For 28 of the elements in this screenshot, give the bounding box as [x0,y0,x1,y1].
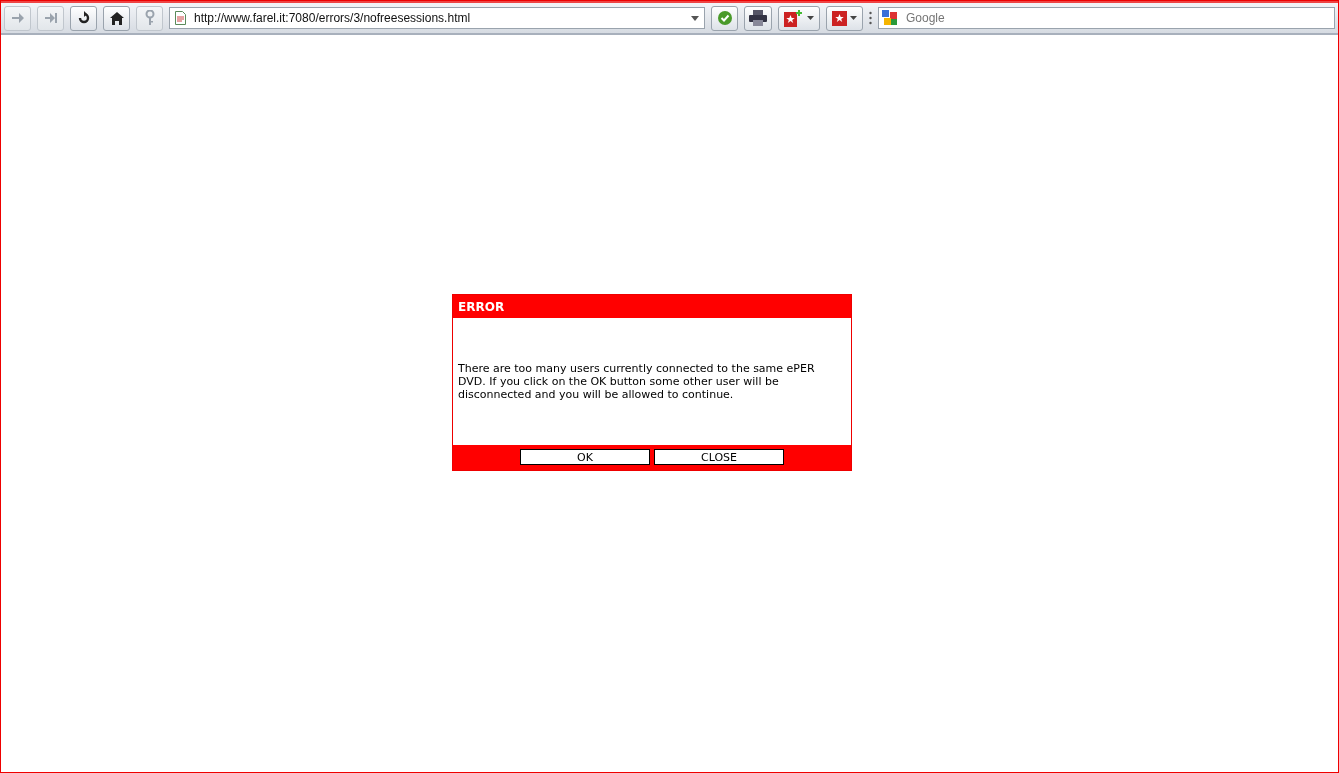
forward-arrow-icon [10,12,25,24]
print-button[interactable] [744,5,772,31]
caret-icon [850,16,857,20]
dropdown-icon[interactable] [691,15,699,21]
add-bookmark-button[interactable] [778,5,820,31]
home-icon [109,11,124,25]
dialog-title: ERROR [457,299,506,316]
nav-button[interactable] [70,5,97,31]
url-text: http://www.farel.it:7080/errors/3/nofreesessions.html [194,11,472,25]
error-message: There are too many users currently connected to the same ePER DVD. If you click on the OK button some other user will be disconnected and you will be allowed to continue. [458,362,816,401]
bookmark-icon [832,10,847,26]
grip-icon[interactable] [869,11,872,25]
dialog-button[interactable]: OK [520,449,650,465]
address-bar[interactable]: http://www.farel.it:7080/errors/3/nofreesessions.html [169,7,705,29]
check-icon [717,11,732,25]
bookmarks-button[interactable] [826,5,863,31]
skip-forward-icon [43,12,58,24]
bookmark-plus-icon [784,9,804,27]
key-icon [144,10,155,26]
reload-icon [76,11,91,25]
nav-button[interactable] [103,5,130,31]
search-box[interactable]: Google [878,7,1335,29]
search-engine-icon [882,10,898,26]
dialog-button[interactable]: CLOSE [654,449,784,465]
caret-icon [807,16,814,20]
security-button[interactable] [711,5,738,31]
printer-icon [749,10,767,26]
page-icon [175,11,186,25]
